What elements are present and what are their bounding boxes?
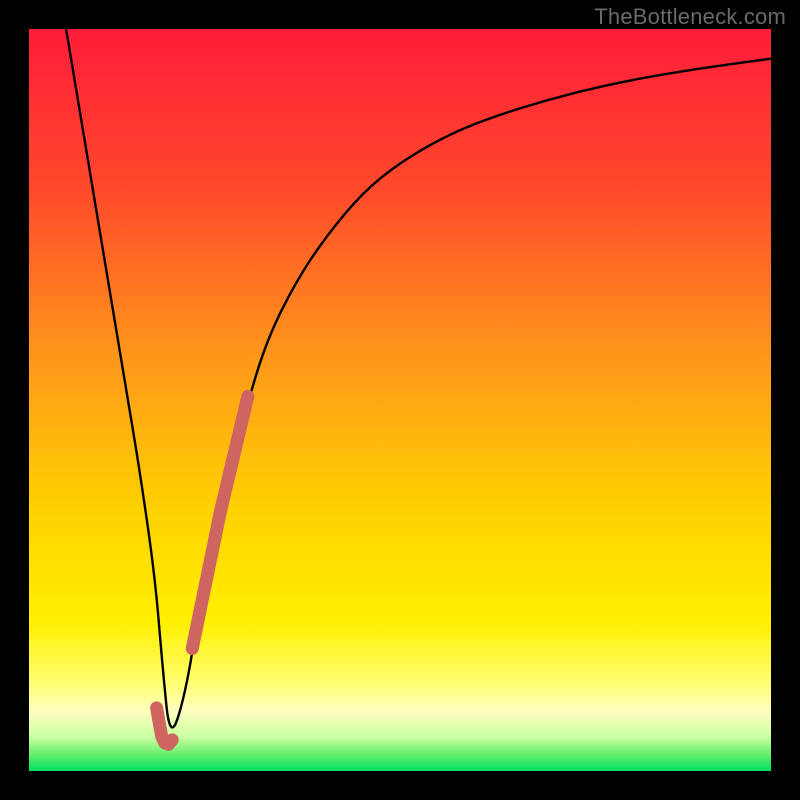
outer-frame: TheBottleneck.com [0, 0, 800, 800]
watermark-text: TheBottleneck.com [594, 4, 786, 30]
gradient-background [29, 29, 771, 771]
bottleneck-chart [29, 29, 771, 771]
